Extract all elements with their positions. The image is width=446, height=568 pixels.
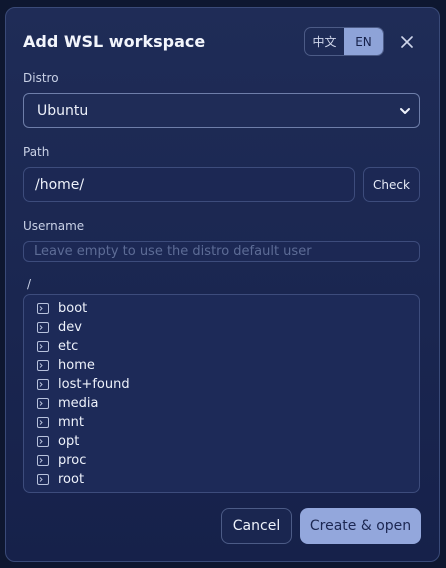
- dialog-title: Add WSL workspace: [23, 32, 206, 51]
- entry-name: lost+found: [58, 377, 130, 392]
- folder-icon: [37, 455, 49, 466]
- entry-name: home: [58, 358, 95, 373]
- folder-icon: [37, 360, 49, 371]
- cancel-button[interactable]: Cancel: [221, 508, 292, 544]
- list-item[interactable]: boot: [37, 299, 87, 318]
- list-item[interactable]: root: [37, 470, 84, 489]
- username-input[interactable]: Leave empty to use the distro default us…: [23, 241, 420, 262]
- username-label: Username: [23, 219, 85, 233]
- current-directory: /: [27, 277, 32, 291]
- folder-icon: [37, 379, 49, 390]
- distro-select-value: Ubuntu: [37, 102, 89, 119]
- entry-name: media: [58, 396, 99, 411]
- folder-icon: [37, 474, 49, 485]
- entry-name: opt: [58, 434, 80, 449]
- entry-name: boot: [58, 301, 88, 316]
- language-switch: 中文 EN: [304, 27, 384, 56]
- path-input[interactable]: /home/: [23, 167, 355, 202]
- folder-icon: [37, 398, 49, 409]
- directory-list[interactable]: boot dev etc home lost+found media mnt o…: [23, 294, 420, 493]
- close-icon: [401, 36, 413, 48]
- lang-option-zh[interactable]: 中文: [305, 28, 344, 55]
- distro-label: Distro: [23, 71, 59, 85]
- list-item[interactable]: dev: [37, 318, 82, 337]
- list-item[interactable]: mnt: [37, 413, 84, 432]
- distro-select[interactable]: Ubuntu: [23, 93, 420, 128]
- entry-name: etc: [58, 339, 79, 354]
- close-button[interactable]: [396, 31, 418, 53]
- list-item[interactable]: etc: [37, 337, 78, 356]
- entry-name: root: [58, 472, 85, 487]
- lang-option-en[interactable]: EN: [344, 28, 383, 55]
- list-item[interactable]: opt: [37, 432, 79, 451]
- list-item[interactable]: media: [37, 394, 99, 413]
- create-and-open-button[interactable]: Create & open: [300, 508, 421, 544]
- entry-name: proc: [58, 453, 87, 468]
- folder-icon: [37, 417, 49, 428]
- path-label: Path: [23, 145, 50, 159]
- entry-name: dev: [58, 320, 82, 335]
- add-wsl-workspace-dialog: Add WSL workspace 中文 EN Distro Ubuntu Pa…: [5, 7, 440, 562]
- list-item[interactable]: lost+found: [37, 375, 130, 394]
- entry-name: mnt: [58, 415, 84, 430]
- folder-icon: [37, 436, 49, 447]
- folder-icon: [37, 303, 49, 314]
- folder-icon: [37, 322, 49, 333]
- check-button[interactable]: Check: [363, 167, 420, 202]
- list-item[interactable]: home: [37, 356, 95, 375]
- folder-icon: [37, 341, 49, 352]
- chevron-down-icon: [400, 108, 410, 114]
- list-item[interactable]: proc: [37, 451, 86, 470]
